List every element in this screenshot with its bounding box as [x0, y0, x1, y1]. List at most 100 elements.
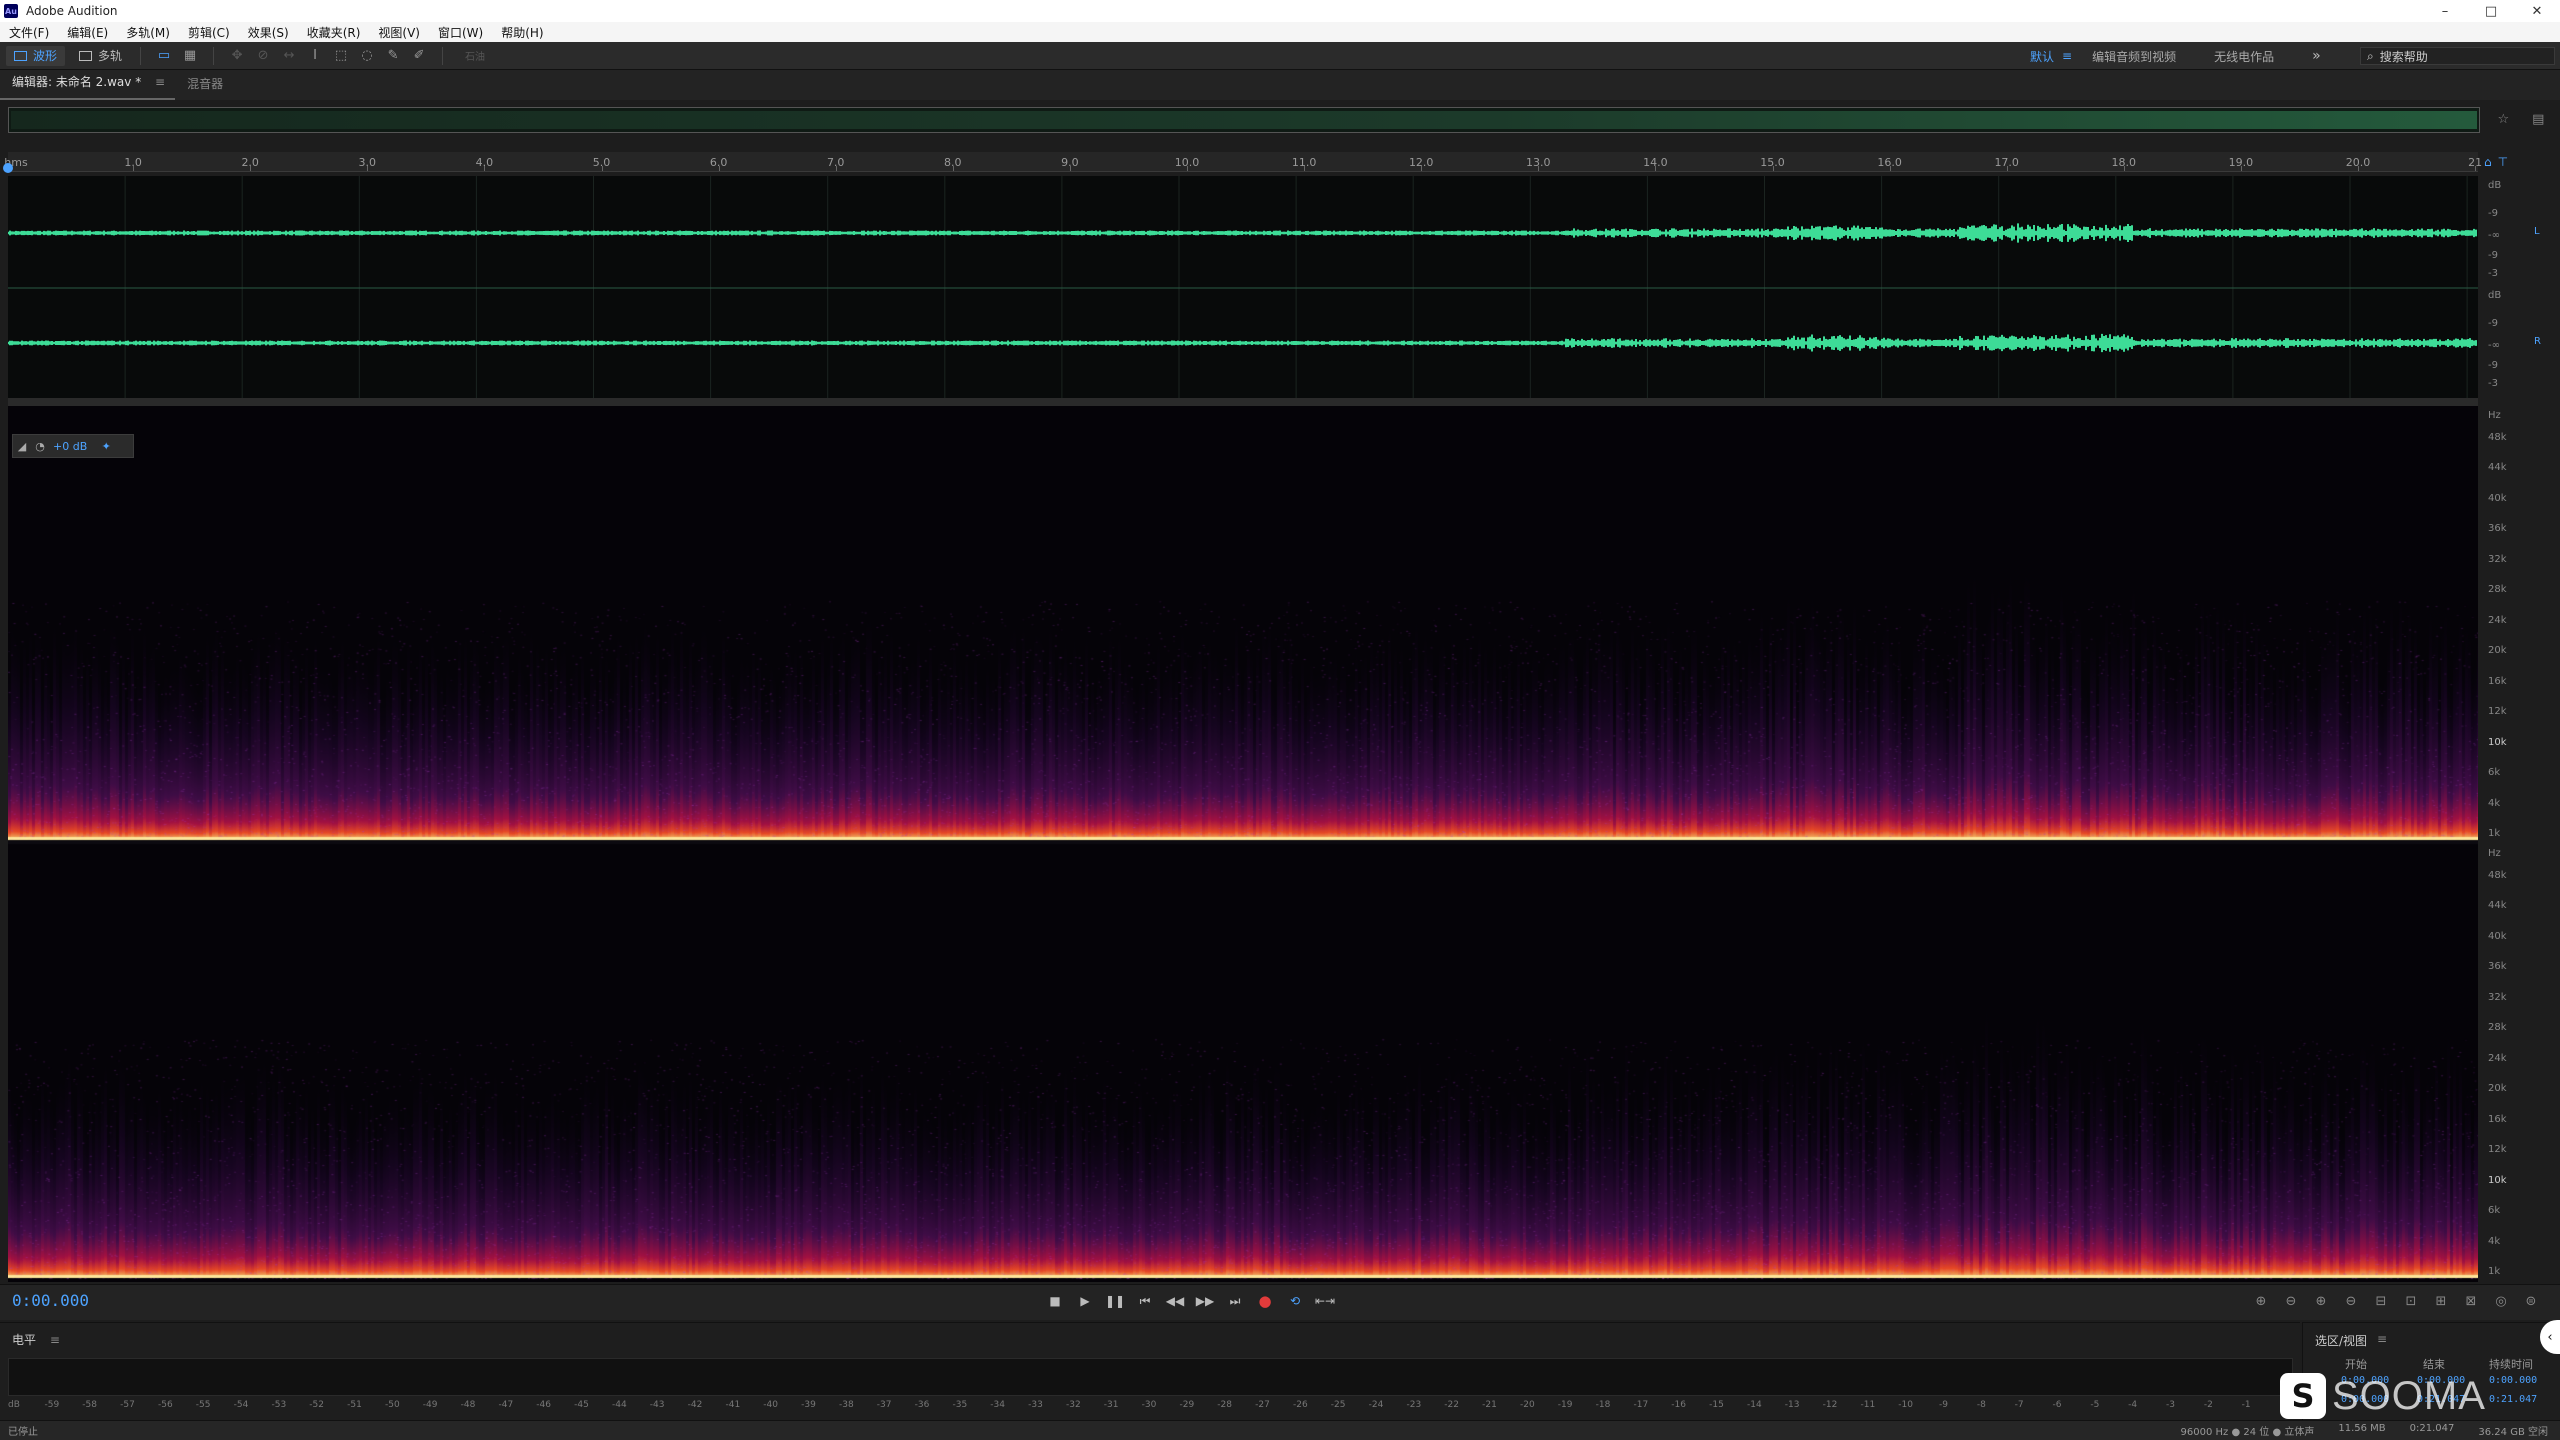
hz-tick-label: 12k: [2488, 1144, 2507, 1156]
playhead-handle[interactable]: [3, 163, 13, 173]
current-time-display[interactable]: 0:00.000: [12, 1291, 89, 1310]
file-duration: 0:21.047: [2409, 1423, 2455, 1434]
brush-tool-icon[interactable]: ✎: [382, 46, 404, 66]
zoom-out-point-icon[interactable]: ⊠: [2456, 1288, 2486, 1314]
play-icon[interactable]: ▶: [1070, 1288, 1100, 1314]
hz-tick-label: 4k: [2488, 797, 2501, 809]
ruler-tick-mark: [1421, 166, 1423, 171]
help-search-input[interactable]: ⌕ 搜索帮助: [2360, 47, 2555, 65]
time-selection-tool-icon[interactable]: I: [304, 46, 326, 66]
level-scale-label: -55: [195, 1400, 211, 1410]
show-spectral-icon[interactable]: ▦: [179, 46, 201, 66]
level-scale-label: -46: [536, 1400, 552, 1410]
tab-menu-icon[interactable]: ≡: [155, 75, 165, 89]
menu-favorites[interactable]: 收藏夹(R): [298, 24, 370, 41]
razor-tool-icon[interactable]: ⊘: [252, 46, 274, 66]
workspace-menu-icon[interactable]: ≡: [2062, 49, 2072, 63]
more-workspaces-icon[interactable]: »: [2312, 48, 2321, 64]
hz-unit-label: Hz: [2488, 848, 2501, 859]
level-scale-label: -17: [1633, 1400, 1649, 1410]
snap-icon[interactable]: ⌂: [2484, 155, 2492, 173]
menu-effects[interactable]: 效果(S): [239, 24, 298, 41]
marquee-tool-icon[interactable]: ⬚: [330, 46, 352, 66]
zoom-in-time-icon[interactable]: ⊕: [2306, 1288, 2336, 1314]
tab-mixer[interactable]: 混音器: [175, 75, 233, 100]
hz-tick-label: 1k: [2488, 1266, 2501, 1277]
zoom-to-selection-icon[interactable]: ⊡: [2396, 1288, 2426, 1314]
close-button[interactable]: ✕: [2514, 0, 2560, 22]
waveform-mode-button[interactable]: 波形: [6, 45, 66, 66]
workspace-switcher: 默认 ≡ 编辑音频到视频 无线电作品 »: [2030, 42, 2333, 70]
db-tick: -3: [2488, 268, 2498, 279]
view-split-handle[interactable]: [8, 398, 2478, 406]
gain-hud[interactable]: ◢ ◔ +0 dB ✦: [12, 434, 134, 458]
watermark-logo: S: [2280, 1373, 2326, 1419]
menu-view[interactable]: 视图(V): [369, 24, 429, 41]
levels-menu-icon[interactable]: ≡: [50, 1333, 60, 1347]
record-icon[interactable]: ●: [1250, 1288, 1280, 1314]
multitrack-mode-button[interactable]: 多轨: [71, 46, 130, 66]
go-to-start-icon[interactable]: ⏮: [1130, 1288, 1160, 1314]
level-scale-label: -23: [1406, 1400, 1422, 1410]
hz-tick-label: 16k: [2488, 675, 2507, 687]
pin-icon[interactable]: ⊤: [2498, 155, 2508, 173]
timeline-ruler[interactable]: hms 1.0 2.0 3.0 4.0 5.0 6.0 7.0 8.0 9.0 10.0 11.0 1…: [4, 152, 2482, 172]
menu-help[interactable]: 帮助(H): [492, 24, 552, 41]
level-scale-label: -29: [1179, 1400, 1195, 1410]
spectrogram-canvas: [8, 406, 2478, 1282]
fast-forward-icon[interactable]: ▶▶: [1190, 1288, 1220, 1314]
level-scale-label: -40: [763, 1400, 779, 1410]
zoom-reset-icon[interactable]: ☆: [2498, 112, 2510, 130]
hz-tick-label: 20k: [2488, 645, 2507, 657]
menu-file[interactable]: 文件(F): [0, 24, 58, 41]
maximize-button[interactable]: □: [2468, 0, 2514, 22]
zoom-in-point-icon[interactable]: ⊞: [2426, 1288, 2456, 1314]
stop-icon[interactable]: ■: [1040, 1288, 1070, 1314]
gain-knob-icon[interactable]: ◔: [31, 440, 49, 453]
db-label-left: dB: [2488, 180, 2502, 191]
loop-playback-icon[interactable]: ⟲: [1280, 1288, 1310, 1314]
frequency-scale: Hz 48k 44k 40k 36k 32k 28k 24k 20k 16k 12k 10k 6k 4k 1…: [2480, 406, 2560, 1282]
rewind-icon[interactable]: ◀◀: [1160, 1288, 1190, 1314]
zoom-in-amplitude-icon[interactable]: ⊕: [2246, 1288, 2276, 1314]
zoom-out-full-icon[interactable]: ⊟: [2366, 1288, 2396, 1314]
level-scale-label: -10: [1898, 1400, 1914, 1410]
workspace-default[interactable]: 默认: [2030, 48, 2054, 65]
menu-edit[interactable]: 编辑(E): [58, 24, 117, 41]
zoom-out-time-icon[interactable]: ⊖: [2336, 1288, 2366, 1314]
menu-multitrack[interactable]: 多轨(M): [117, 24, 179, 41]
pause-icon[interactable]: ❚❚: [1100, 1288, 1130, 1314]
selection-view-menu-icon[interactable]: ≡: [2377, 1332, 2387, 1346]
hz-tick-label: 6k: [2488, 767, 2501, 779]
menu-window[interactable]: 窗口(W): [429, 24, 492, 41]
show-waveform-icon[interactable]: ▭: [153, 46, 175, 66]
zoom-reset-icon[interactable]: ◎: [2486, 1288, 2516, 1314]
spectral-frequency-display[interactable]: [8, 406, 2478, 1282]
go-to-end-icon[interactable]: ⏭: [1220, 1288, 1250, 1314]
hz-tick-label: 28k: [2488, 584, 2507, 596]
db-tick: -9: [2488, 318, 2498, 329]
hud-pin-icon[interactable]: ✦: [97, 440, 115, 453]
workspace-radio-production[interactable]: 无线电作品: [2214, 48, 2274, 65]
panel-options-icon[interactable]: ▤: [2532, 112, 2544, 130]
slip-tool-icon[interactable]: ↔: [278, 46, 300, 66]
zoom-out-amplitude-icon[interactable]: ⊖: [2276, 1288, 2306, 1314]
skip-selection-icon[interactable]: ⇤⇥: [1310, 1288, 1340, 1314]
level-scale-label: -31: [1103, 1400, 1119, 1410]
hz-tick-label: 12k: [2488, 706, 2507, 718]
tab-editor[interactable]: 编辑器: 未命名 2.wav * ≡: [0, 73, 176, 100]
level-scale-label: -59: [44, 1400, 60, 1410]
channel-left-label[interactable]: L: [2534, 226, 2540, 237]
menu-clip[interactable]: 剪辑(C): [179, 24, 239, 41]
workspace-edit-audio-to-video[interactable]: 编辑音频到视频: [2092, 48, 2176, 65]
ruler-tick-mark: [835, 166, 837, 171]
zoom-frequency-icon[interactable]: ⊜: [2516, 1288, 2546, 1314]
spot-healing-tool-icon[interactable]: ✐: [408, 46, 430, 66]
lasso-tool-icon[interactable]: ◌: [356, 46, 378, 66]
waveform-display[interactable]: [8, 176, 2478, 398]
overview-navigator[interactable]: [8, 107, 2480, 133]
channel-right-label[interactable]: R: [2534, 336, 2541, 347]
move-tool-icon[interactable]: ✥: [226, 46, 248, 66]
minimize-button[interactable]: –: [2422, 0, 2468, 22]
level-scale-label: -38: [838, 1400, 854, 1410]
